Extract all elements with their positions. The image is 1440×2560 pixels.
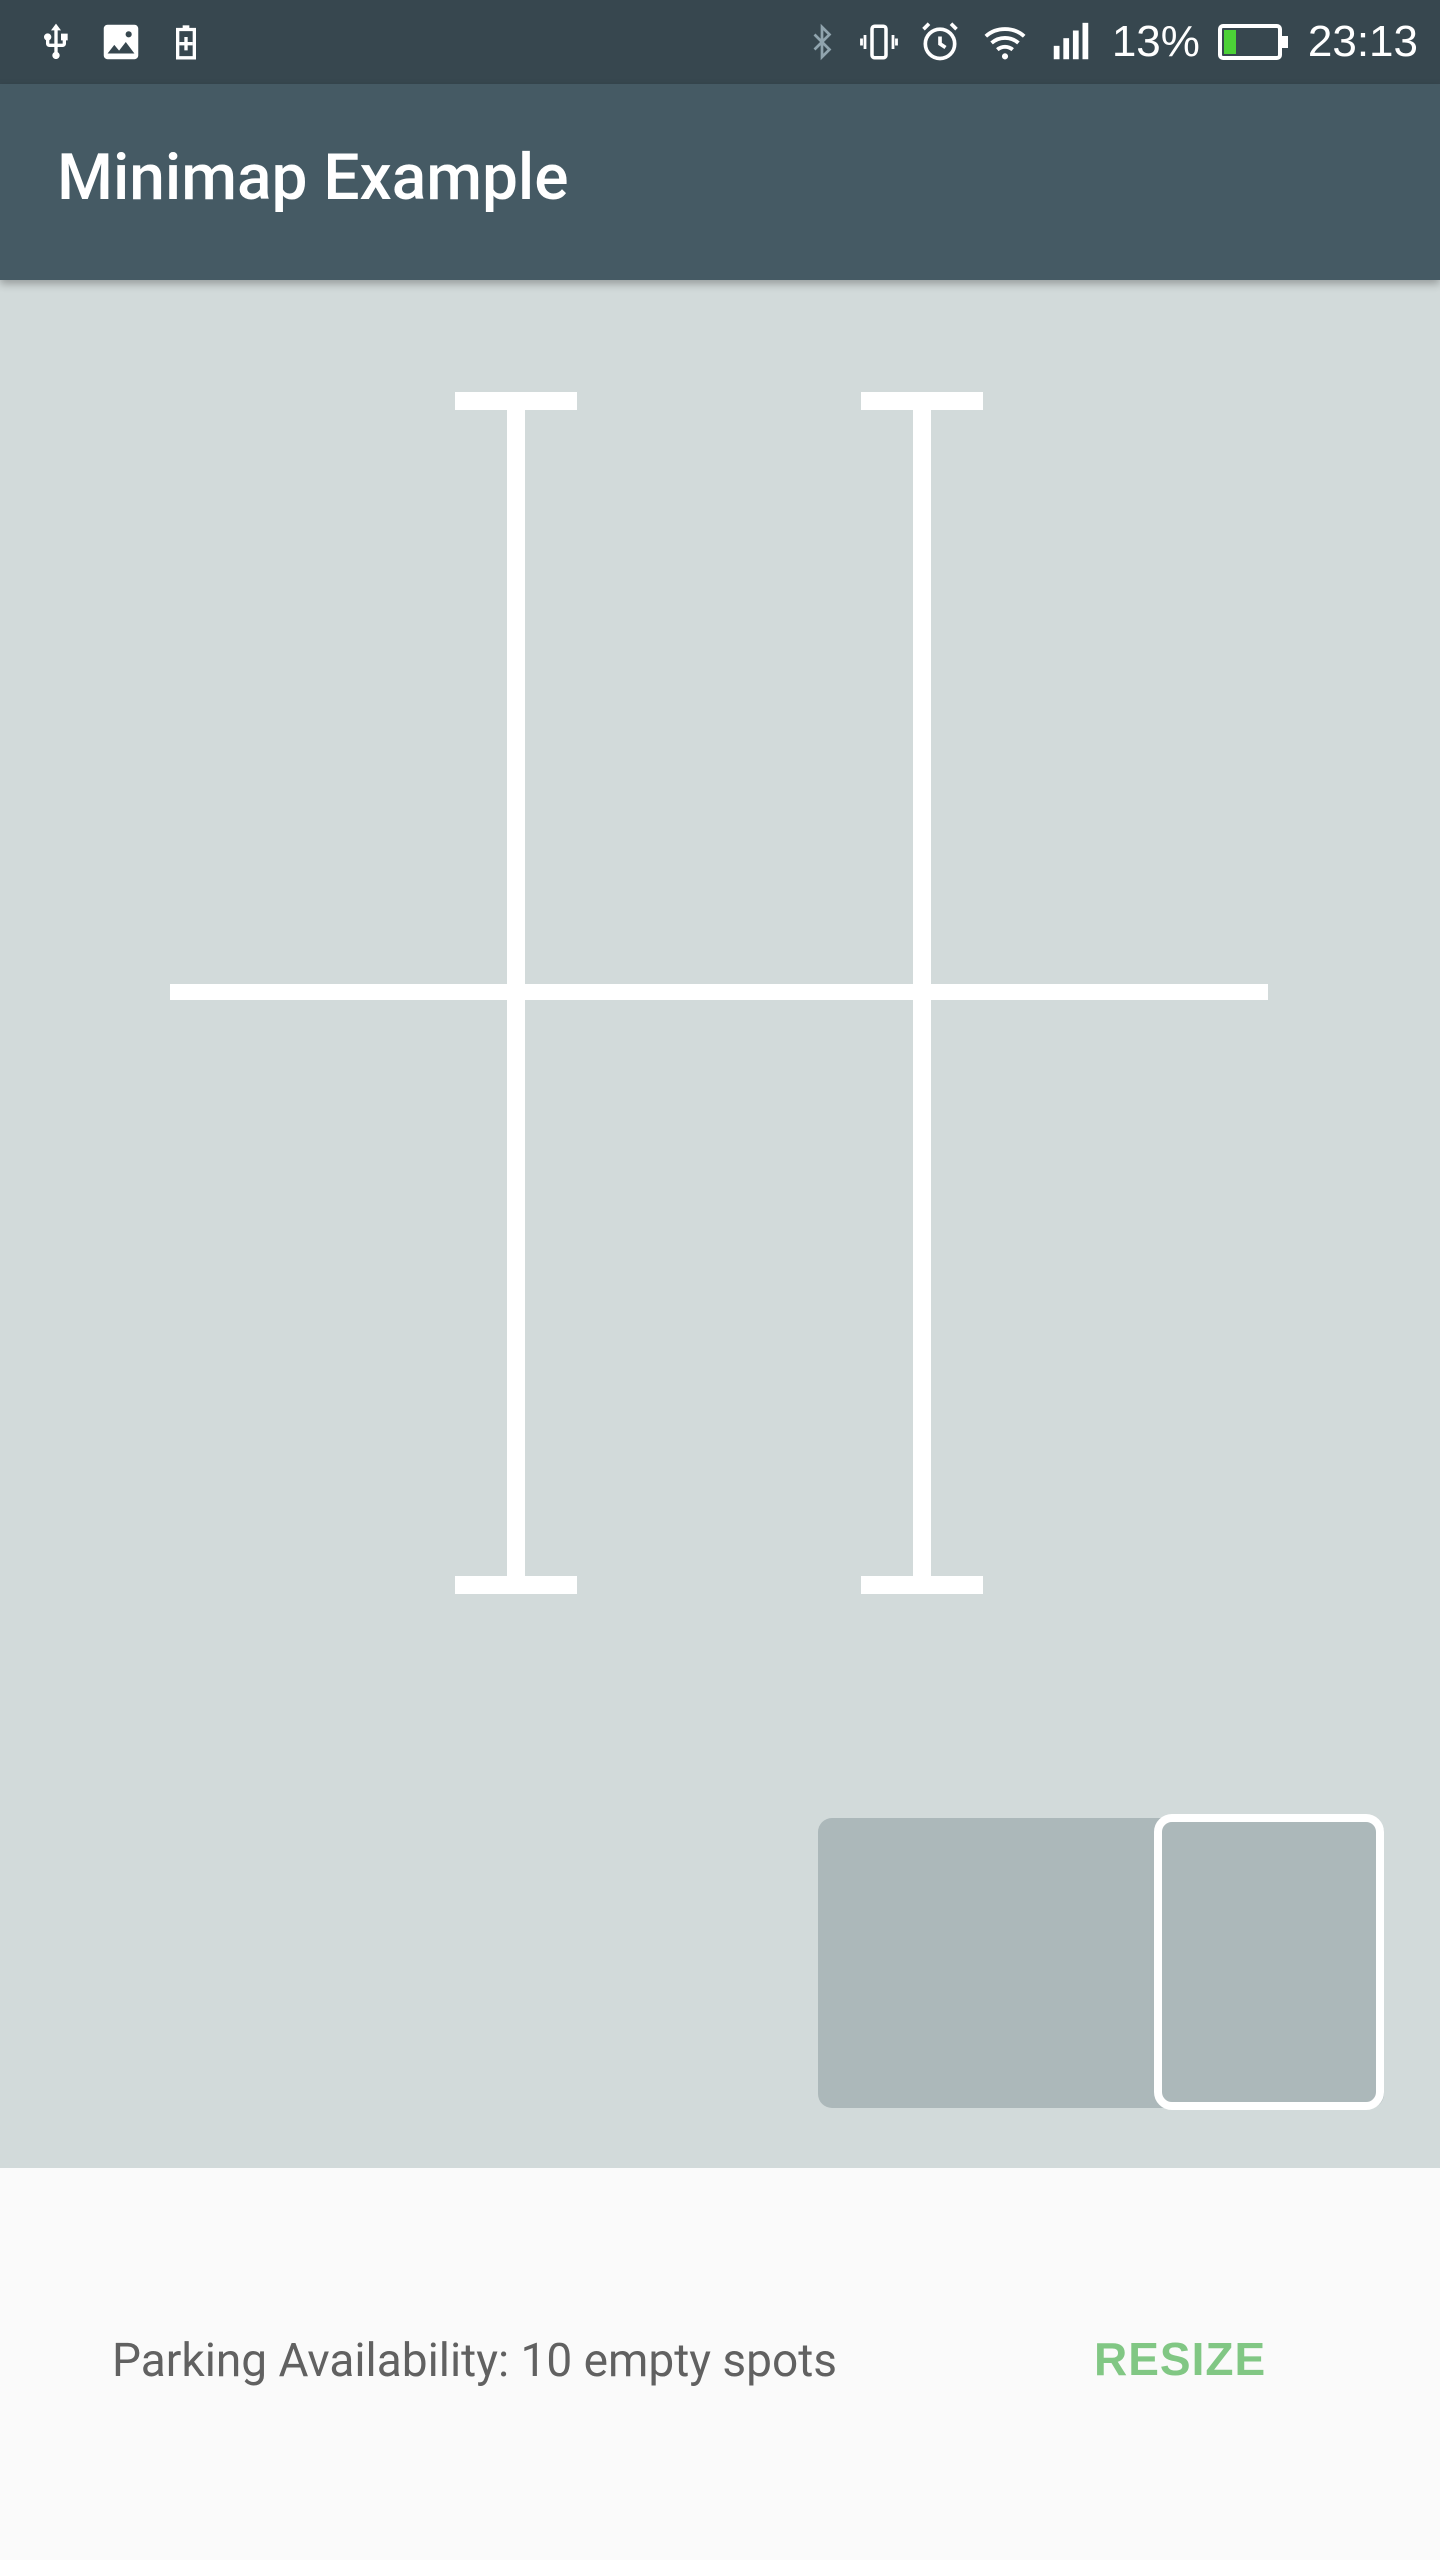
road-cap-right-bottom (861, 1576, 983, 1594)
image-icon (98, 19, 144, 65)
bluetooth-icon (804, 19, 840, 65)
vibrate-icon (858, 19, 900, 65)
parking-availability-text: Parking Availability: 10 empty spots (112, 2334, 838, 2388)
road-cap-left-top (455, 392, 577, 410)
signal-icon (1048, 19, 1094, 65)
status-bar-left (36, 0, 206, 84)
road-vertical-left (507, 400, 525, 1590)
status-bar: 13% 23:13 (0, 0, 1440, 84)
road-horizontal (170, 984, 1268, 1000)
page-title: Minimap Example (57, 140, 569, 215)
wifi-icon (980, 19, 1030, 65)
minimap-viewport-indicator[interactable] (1154, 1814, 1384, 2110)
usb-icon (36, 19, 76, 65)
road-vertical-right (913, 400, 931, 1590)
road-cap-right-top (861, 392, 983, 410)
battery-saver-icon (166, 19, 206, 65)
clock: 23:13 (1307, 17, 1418, 66)
resize-button[interactable]: RESIZE (1094, 2332, 1266, 2386)
app-bar: Minimap Example (0, 84, 1440, 280)
battery-icon (1217, 19, 1290, 65)
status-bar-right: 13% 23:13 (804, 0, 1418, 84)
road-cap-left-bottom (455, 1576, 577, 1594)
alarm-icon (918, 19, 962, 65)
battery-percent: 13% (1111, 17, 1200, 66)
bottom-panel: Parking Availability: 10 empty spots RES… (0, 2168, 1440, 2560)
